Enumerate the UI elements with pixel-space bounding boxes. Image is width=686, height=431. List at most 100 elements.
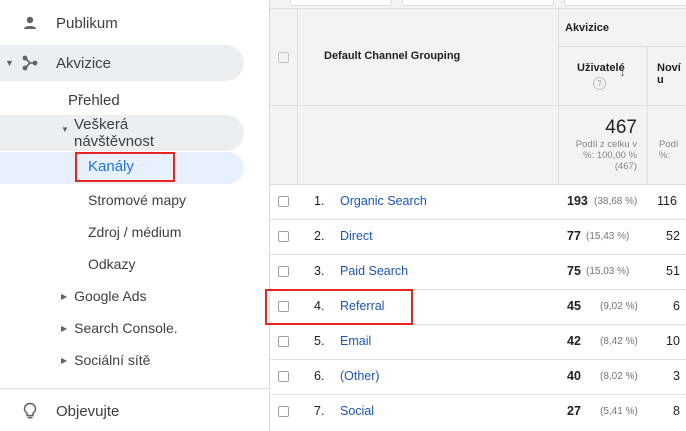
users-value: 77 [567, 229, 581, 243]
sidebar: Publikum ▼ Akvizice Přehled ▼ Veškerá ná… [0, 0, 270, 431]
caret-right-icon: ▶ [61, 355, 68, 365]
channel-link[interactable]: Direct [340, 229, 373, 243]
grid-line [270, 105, 686, 106]
new-users-value: 3 [673, 369, 680, 383]
table-row[interactable]: 5. Email 42 (8,42 %) 10 [270, 325, 686, 360]
users-percent: (15,43 %) [586, 231, 630, 242]
data-table: Default Channel Grouping Akvizice Uživat… [270, 0, 686, 431]
highlight-box-referral-outer [265, 289, 413, 325]
nav-veskera-label-2: návštěvnost [74, 133, 155, 150]
nav-search-console[interactable]: ▶ Search Console. [61, 318, 178, 338]
users-value: 75 [567, 264, 581, 278]
total-new-note-line-2: %: [659, 150, 671, 161]
total-note-line-3: (467) [614, 161, 637, 172]
users-percent: (8,42 %) [600, 336, 638, 347]
acquisition-icon [20, 53, 40, 73]
row-checkbox[interactable] [278, 196, 289, 207]
row-checkbox[interactable] [278, 231, 289, 242]
table-row[interactable]: 3. Paid Search 75 (15,03 %) 51 [270, 255, 686, 290]
grid-line [558, 46, 686, 47]
sort-descending-icon[interactable]: ↓ [619, 64, 626, 79]
total-note-line-2: %: 100,00 % [583, 150, 637, 161]
nav-akvizice[interactable]: ▼ Akvizice [0, 45, 244, 81]
nav-socialni-site[interactable]: ▶ Sociální sítě [61, 350, 150, 370]
nav-stromove-mapy-label: Stromové mapy [88, 192, 187, 208]
highlight-box-kanaly [75, 152, 175, 182]
lightbulb-icon [20, 401, 40, 421]
users-value: 27 [567, 404, 581, 418]
new-users-value: 51 [666, 264, 680, 278]
users-value: 42 [567, 334, 581, 348]
nav-google-ads[interactable]: ▶ Google Ads [61, 286, 147, 306]
nav-objevujte-label: Objevujte [56, 402, 120, 420]
row-checkbox[interactable] [278, 406, 289, 417]
person-icon [20, 13, 40, 33]
new-users-value: 6 [673, 299, 680, 313]
users-value: 45 [567, 299, 581, 313]
new-users-value: 52 [666, 229, 680, 243]
nav-objevujte[interactable]: Objevujte [0, 393, 244, 429]
row-number: 6. [314, 369, 325, 383]
row-number: 2. [314, 229, 325, 243]
grid-line [270, 8, 686, 9]
column-header-new-users[interactable]: Noví u [657, 62, 686, 86]
users-value: 193 [567, 194, 588, 208]
total-new-note-line-1: Podí [659, 139, 679, 150]
help-icon[interactable]: ? [593, 77, 606, 90]
nav-stromove-mapy[interactable]: Stromové mapy [88, 190, 186, 210]
row-checkbox[interactable] [278, 266, 289, 277]
nav-zdroj-medium-label: Zdroj / médium [88, 224, 182, 240]
new-users-value: 10 [666, 334, 680, 348]
row-number: 1. [314, 194, 325, 208]
nav-akvizice-label: Akvizice [56, 54, 112, 72]
caret-right-icon: ▶ [61, 323, 68, 333]
table-row[interactable]: 1. Organic Search 193 (38,68 %) 116 [270, 185, 686, 220]
top-control-3[interactable] [564, 0, 686, 6]
nav-socialni-site-label: Sociální sítě [74, 352, 151, 368]
column-header-channel-grouping[interactable]: Default Channel Grouping [324, 50, 460, 62]
users-value: 40 [567, 369, 581, 383]
channel-link[interactable]: Social [340, 404, 374, 418]
nav-veskera-label-1: Veškerá [74, 116, 129, 133]
top-control-2[interactable] [402, 0, 554, 6]
caret-right-icon: ▶ [61, 291, 68, 301]
nav-prehled[interactable]: Přehled [68, 90, 120, 110]
row-checkbox[interactable] [278, 371, 289, 382]
total-note-line-1: Podíl z celku v [575, 139, 637, 150]
users-percent: (8,02 %) [600, 371, 638, 382]
nav-odkazy[interactable]: Odkazy [88, 254, 135, 274]
column-header-users[interactable]: Uživatelé [577, 62, 625, 74]
nav-prehled-label: Přehled [68, 91, 120, 109]
nav-veskera-navstevnost[interactable]: ▼ Veškerá návštěvnost [0, 115, 244, 151]
new-users-value: 8 [673, 404, 680, 418]
channel-link[interactable]: Organic Search [340, 194, 427, 208]
caret-down-icon: ▼ [61, 125, 69, 134]
table-row[interactable]: 6. (Other) 40 (8,02 %) 3 [270, 360, 686, 395]
users-percent: (38,68 %) [594, 196, 638, 207]
users-percent: (15,03 %) [586, 266, 630, 277]
nav-zdroj-medium[interactable]: Zdroj / médium [88, 222, 181, 242]
nav-search-console-label: Search Console. [74, 320, 178, 336]
users-percent: (5,41 %) [600, 406, 638, 417]
select-all-checkbox[interactable] [278, 52, 289, 63]
top-control-1[interactable] [290, 0, 392, 6]
channel-link[interactable]: (Other) [340, 369, 380, 383]
nav-odkazy-label: Odkazy [88, 256, 136, 272]
row-number: 5. [314, 334, 325, 348]
users-percent: (9,02 %) [600, 301, 638, 312]
caret-down-icon: ▼ [5, 58, 14, 68]
row-checkbox[interactable] [278, 336, 289, 347]
total-users-value: 467 [605, 117, 637, 138]
table-row[interactable]: 2. Direct 77 (15,43 %) 52 [270, 220, 686, 255]
row-number: 3. [314, 264, 325, 278]
new-users-value: 116 [657, 194, 677, 208]
row-number: 7. [314, 404, 325, 418]
column-group-akvizice: Akvizice [565, 22, 610, 34]
sidebar-bottom: Objevujte [0, 388, 270, 431]
channel-link[interactable]: Email [340, 334, 371, 348]
table-row[interactable]: 7. Social 27 (5,41 %) 8 [270, 395, 686, 430]
nav-google-ads-label: Google Ads [74, 288, 147, 304]
channel-link[interactable]: Paid Search [340, 264, 408, 278]
nav-publikum-label: Publikum [56, 14, 118, 32]
nav-publikum[interactable]: Publikum [0, 5, 244, 41]
